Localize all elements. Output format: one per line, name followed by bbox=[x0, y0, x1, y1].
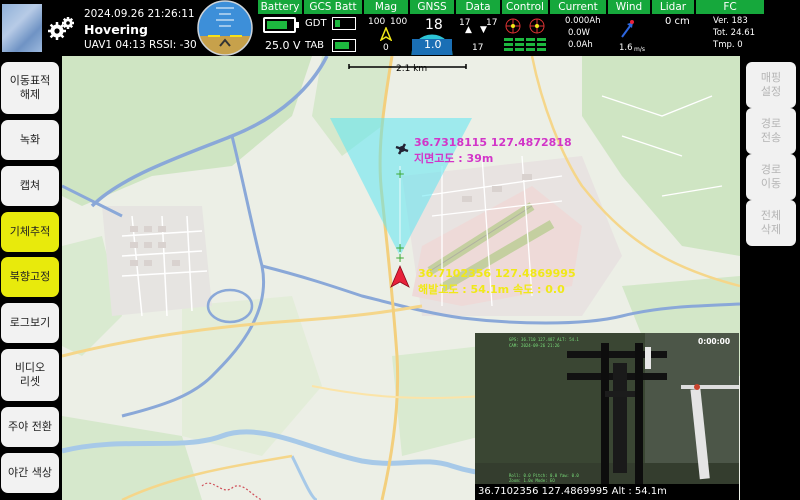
data-up-arrow-icon: ▲ bbox=[465, 25, 472, 35]
target-coords-label: 36.7318115 127.4872818 bbox=[414, 136, 572, 149]
tab-data[interactable]: Data bbox=[456, 0, 500, 14]
tab-wind[interactable]: Wind bbox=[608, 0, 650, 14]
lidar-value-text: 0 cm bbox=[665, 16, 690, 27]
svg-text:Zoom: 1.0x Mode: EO: Zoom: 1.0x Mode: EO bbox=[509, 478, 555, 483]
fc-total-text: Tot. 24.61 bbox=[713, 28, 756, 38]
svg-text:CAM: 2024-09-26 21:26: CAM: 2024-09-26 21:26 bbox=[509, 343, 560, 348]
battery-voltage-text: 25.0 V bbox=[265, 39, 301, 52]
night-color-button[interactable]: 야간 색상 bbox=[1, 453, 59, 493]
data-link-text: 17 bbox=[472, 43, 484, 53]
view-log-button[interactable]: 로그보기 bbox=[1, 303, 59, 343]
gnss-satellites-text: 18 bbox=[425, 17, 443, 33]
capture-button[interactable]: 캡쳐 bbox=[1, 166, 59, 206]
svg-text:GPS: 36.710 127.487 ALT: 54.1: GPS: 36.710 127.487 ALT: 54.1 bbox=[509, 337, 579, 342]
mapping-settings-button[interactable]: 매핑 설정 bbox=[746, 62, 796, 108]
drone-coords-label: 36.7102356 127.4869995 bbox=[418, 267, 576, 280]
target-alt-label: 지면고도 : 39m bbox=[414, 152, 494, 165]
battery-level-bar bbox=[263, 17, 296, 33]
current-power-text: 0.0W bbox=[568, 28, 590, 38]
track-vehicle-button[interactable]: 기체추적 bbox=[1, 212, 59, 252]
video-frame: GPS: 36.710 127.487 ALT: 54.1 CAM: 2024-… bbox=[475, 333, 739, 485]
fc-version-text: Ver. 183 bbox=[713, 16, 748, 26]
tab-battery-label: TAB bbox=[305, 40, 325, 51]
tab-control[interactable]: Control bbox=[502, 0, 548, 14]
app-logo bbox=[2, 4, 42, 52]
control-sticks-widget bbox=[504, 18, 546, 51]
map-scale-label: 2.1 km bbox=[396, 64, 428, 74]
video-timer: 0:00:00 bbox=[698, 337, 731, 346]
video-reset-button[interactable]: 비디오 리셋 bbox=[1, 349, 59, 401]
uav-info-text: UAV1 04:13 RSSI: -30 bbox=[84, 39, 197, 51]
tab-current[interactable]: Current bbox=[550, 0, 606, 14]
top-status-bar: 2024.09.26 21:26:11 Hovering UAV1 04:13 … bbox=[0, 0, 800, 56]
day-night-toggle-button[interactable]: 주야 전환 bbox=[1, 407, 59, 447]
mag-value-bottom: 0 bbox=[383, 43, 389, 53]
tab-lidar[interactable]: Lidar bbox=[652, 0, 694, 14]
video-feed[interactable]: GPS: 36.710 127.487 ALT: 54.1 CAM: 2024-… bbox=[475, 333, 739, 485]
move-route-button[interactable]: 경로 이동 bbox=[746, 154, 796, 200]
gdt-label: GDT bbox=[305, 18, 327, 29]
release-moving-target-button[interactable]: 이동표적 해제 bbox=[1, 62, 59, 114]
svg-text:+: + bbox=[395, 167, 405, 181]
flight-mode-text: Hovering bbox=[84, 22, 148, 37]
gcs-screen: + + + 2.1 km 36.7318115 127.4872818 지면고도… bbox=[0, 0, 800, 500]
record-button[interactable]: 녹화 bbox=[1, 120, 59, 160]
fc-temp-text: Tmp. 0 bbox=[713, 40, 743, 50]
mag-value-left: 100 bbox=[368, 17, 386, 27]
tab-battery-bar bbox=[332, 39, 356, 52]
tab-fc[interactable]: FC bbox=[696, 0, 764, 14]
tab-gcs-batt[interactable]: GCS Batt bbox=[304, 0, 362, 14]
wind-arrow-icon bbox=[621, 20, 634, 38]
current-ah-text: 0.000Ah bbox=[565, 16, 601, 26]
data-down-text: 17 bbox=[486, 18, 498, 28]
datetime-text: 2024.09.26 21:26:11 bbox=[84, 8, 195, 20]
attitude-indicator bbox=[197, 0, 253, 56]
current-consumed-text: 0.0Ah bbox=[568, 40, 593, 50]
compass-arrow-icon bbox=[380, 27, 392, 41]
tab-mag[interactable]: Mag bbox=[364, 0, 408, 14]
svg-text:+: + bbox=[395, 251, 405, 265]
send-route-button[interactable]: 경로 전송 bbox=[746, 108, 796, 154]
north-lock-button[interactable]: 북향고정 bbox=[1, 257, 59, 297]
tab-gnss[interactable]: GNSS bbox=[410, 0, 454, 14]
wind-speed-text: 1.6 bbox=[619, 43, 633, 53]
gear-icon[interactable] bbox=[46, 14, 76, 44]
drone-alt-label: 해발고도 : 54.1m 속도 : 0.0 bbox=[418, 283, 565, 296]
tab-battery[interactable]: Battery bbox=[258, 0, 302, 14]
gnss-hdop-text: 1.0 bbox=[424, 38, 442, 51]
delete-all-button[interactable]: 전체 삭제 bbox=[746, 200, 796, 246]
gdt-battery-bar bbox=[332, 17, 356, 30]
video-coords-caption: 36.7102356 127.4869995 Alt : 54.1m bbox=[475, 484, 739, 500]
mag-value-right: 100 bbox=[390, 17, 408, 27]
wind-unit-text: m/s bbox=[634, 46, 645, 53]
